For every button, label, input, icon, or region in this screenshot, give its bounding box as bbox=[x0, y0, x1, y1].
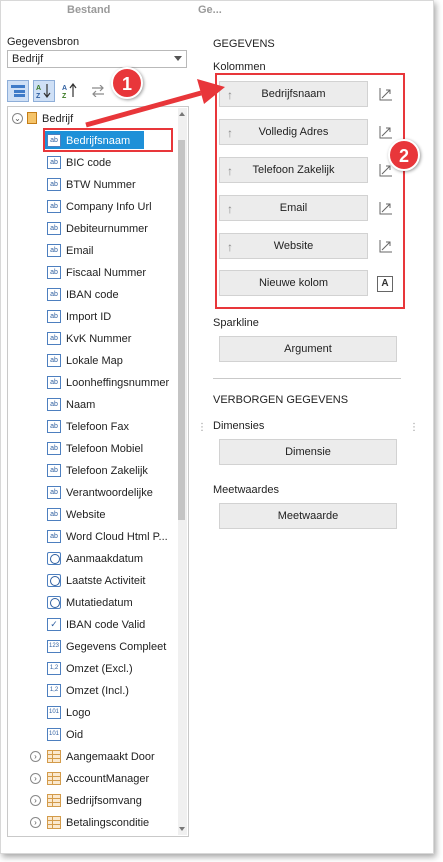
callout-badge-1: 1 bbox=[111, 67, 143, 99]
data-binding-panel: Bestand Ge... Gegevensbron Bedrijf A Z A… bbox=[0, 0, 434, 854]
callout-badge-2: 2 bbox=[388, 139, 420, 171]
arrow-head-icon bbox=[197, 79, 225, 104]
callout-arrow bbox=[85, 79, 225, 128]
